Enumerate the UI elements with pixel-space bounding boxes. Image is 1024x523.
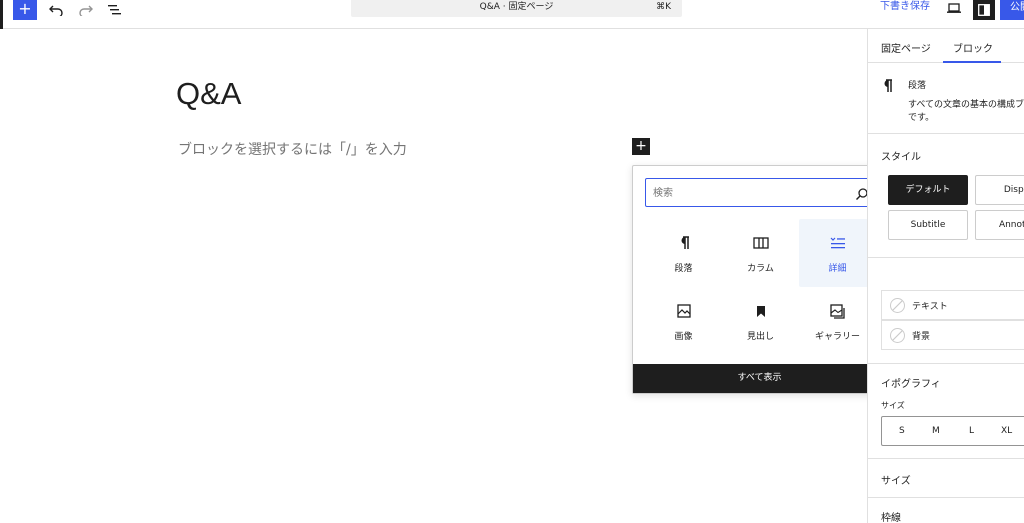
typography-title[interactable]: イポグラフィ <box>881 375 941 390</box>
block-item-heading[interactable]: 見出し <box>722 287 799 355</box>
quick-inserter-popover: 段落 カラム 詳細 画像 見出し ギャラリー すべて表示 <box>632 165 887 394</box>
active-tab-indicator <box>943 61 1001 63</box>
list-view-icon[interactable] <box>105 0 125 20</box>
border-title[interactable]: 枠線 <box>881 509 901 523</box>
block-item-columns[interactable]: カラム <box>722 219 799 287</box>
post-title[interactable]: Q&A <box>176 76 241 112</box>
size-option-m[interactable]: M <box>932 426 940 436</box>
save-draft-button[interactable]: 下書き保存 <box>880 0 930 14</box>
style-display-button[interactable]: Displ <box>975 175 1024 205</box>
block-item-details[interactable]: 詳細 <box>799 219 876 287</box>
block-name: 段落 <box>908 81 927 91</box>
style-subtitle-button[interactable]: Subtitle <box>888 210 968 240</box>
editor-header: + Q&A · 固定ページ ⌘K 下書き保存 公開 <box>0 0 1024 29</box>
settings-icon[interactable] <box>973 0 995 20</box>
styles-title: スタイル <box>881 152 921 163</box>
block-search[interactable] <box>645 178 877 207</box>
color-swatch <box>890 298 905 313</box>
heading-icon <box>753 303 769 319</box>
section-divider <box>868 497 1024 498</box>
block-description-cont: です。 <box>908 113 935 123</box>
quick-inserter-toggle[interactable]: + <box>632 138 650 155</box>
color-label: 背景 <box>912 332 931 342</box>
color-label: テキスト <box>912 302 948 312</box>
color-swatch <box>890 328 905 343</box>
browse-all-button[interactable]: すべて表示 <box>633 364 886 393</box>
columns-icon <box>752 235 769 251</box>
gallery-icon <box>830 303 846 319</box>
block-label: 詳細 <box>828 264 847 274</box>
block-label: 段落 <box>674 264 693 274</box>
image-icon <box>676 303 692 319</box>
command-bar[interactable]: Q&A · 固定ページ ⌘K <box>351 0 682 17</box>
block-label: 見出し <box>746 332 774 342</box>
section-divider <box>868 257 1024 258</box>
style-default-button[interactable]: デフォルト <box>888 175 968 205</box>
font-size-picker: S M L XL <box>881 416 1024 446</box>
block-inserter-button[interactable]: + <box>13 0 37 20</box>
size-option-xl[interactable]: XL <box>1001 426 1012 436</box>
color-text-row[interactable]: テキスト <box>881 290 1024 320</box>
block-label: ギャラリー <box>814 332 860 342</box>
preview-icon[interactable] <box>946 0 962 16</box>
redo-icon[interactable] <box>76 0 96 20</box>
block-item-gallery[interactable]: ギャラリー <box>799 287 876 355</box>
site-icon-strip[interactable] <box>0 0 3 29</box>
block-label: 画像 <box>674 332 693 342</box>
sidebar-tabs: 固定ページ ブロック <box>868 29 1024 63</box>
section-divider <box>868 363 1024 364</box>
block-item-paragraph[interactable]: 段落 <box>645 219 722 287</box>
color-background-row[interactable]: 背景 <box>881 320 1024 350</box>
document-title: Q&A · 固定ページ <box>479 2 554 12</box>
block-card: 段落 すべての文章の基本の構成ブ です。 <box>868 64 1024 134</box>
settings-sidebar: 固定ページ ブロック 段落 すべての文章の基本の構成ブ です。 スタイル デフォ… <box>867 29 1024 523</box>
tab-page[interactable]: 固定ページ <box>881 40 931 55</box>
dimensions-title[interactable]: サイズ <box>881 472 911 487</box>
command-shortcut: ⌘K <box>656 2 671 12</box>
block-description: すべての文章の基本の構成ブ <box>908 100 1024 110</box>
block-label: カラム <box>747 264 774 274</box>
size-option-l[interactable]: L <box>969 426 974 436</box>
font-size-label: サイズ <box>881 401 905 410</box>
paragraph-icon <box>882 78 893 97</box>
paragraph-icon <box>676 235 692 251</box>
details-icon <box>830 235 846 251</box>
undo-icon[interactable] <box>46 0 66 20</box>
size-option-s[interactable]: S <box>899 426 905 436</box>
section-divider <box>868 458 1024 459</box>
style-annotation-button[interactable]: Annota <box>975 210 1024 240</box>
publish-button[interactable]: 公開 <box>1000 0 1024 20</box>
tab-block[interactable]: ブロック <box>953 40 993 55</box>
block-placeholder[interactable]: ブロックを選択するには「/」を入力 <box>178 139 407 159</box>
block-item-image[interactable]: 画像 <box>645 287 722 355</box>
search-input[interactable] <box>653 185 843 201</box>
